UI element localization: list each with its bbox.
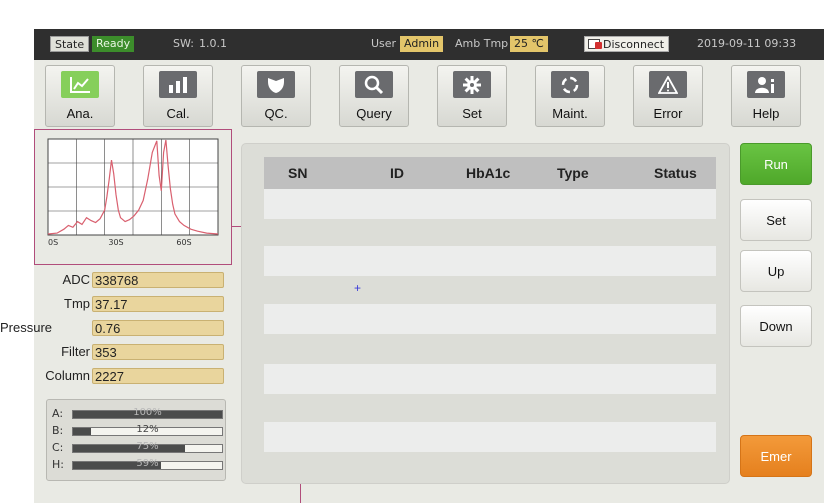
param-row-filter: Filter 353 (34, 344, 226, 360)
param-label: Filter (61, 344, 90, 359)
gear-icon (453, 71, 491, 98)
level-percent: 12% (136, 424, 159, 435)
shield-icon (257, 71, 295, 98)
param-row-pressure: Pressure 0.76 (0, 320, 226, 336)
analyzer-screen: State Ready SW: 1.0.1 User Admin Amb Tmp… (0, 29, 824, 503)
level-label: C: (52, 441, 64, 454)
chromatogram-chart: 0S 30S 60S (47, 138, 219, 247)
table-row[interactable] (264, 189, 716, 219)
param-value: 338768 (92, 272, 224, 288)
column-header-id: ID (390, 165, 404, 181)
level-h: H: 59% (52, 458, 223, 471)
param-row-tmp: Tmp 37.17 (34, 296, 226, 312)
warning-icon (649, 71, 687, 98)
param-value: 37.17 (92, 296, 224, 312)
connection-status[interactable]: Disconnect (584, 36, 670, 52)
level-percent: 75% (136, 441, 159, 452)
search-icon (355, 71, 393, 98)
table-row[interactable] (264, 422, 716, 452)
table-row[interactable] (264, 364, 716, 394)
state-value: Ready (92, 36, 135, 52)
toolbar-label: QC. (264, 106, 288, 121)
toolbar-label: Set (462, 106, 482, 121)
toolbar-button-error[interactable]: Error (633, 65, 703, 127)
param-value: 353 (92, 344, 224, 360)
down-button[interactable]: Down (740, 305, 812, 347)
toolbar-button-help[interactable]: Help (731, 65, 801, 127)
param-value: 0.76 (92, 320, 224, 336)
param-label: ADC (62, 272, 90, 287)
column-header-hba1c: HbA1c (466, 165, 511, 181)
param-label: Column (45, 368, 90, 383)
cursor-marker: + (354, 281, 362, 295)
toolbar-label: Ana. (66, 106, 94, 121)
toolbar-button-calibration[interactable]: Cal. (143, 65, 213, 127)
level-label: B: (52, 424, 64, 437)
set-button[interactable]: Set (740, 199, 812, 241)
param-row-column: Column 2227 (34, 368, 226, 384)
x-tick-label: 0S (48, 238, 58, 247)
emergency-button[interactable]: Emer (740, 435, 812, 477)
x-tick-label: 30S (108, 238, 123, 247)
table-row[interactable] (264, 304, 716, 334)
param-label: Pressure (0, 320, 53, 335)
results-table-panel: SN ID HbA1c Type Status + (241, 143, 730, 484)
toolbar-button-query[interactable]: Query (339, 65, 409, 127)
level-label: A: (52, 407, 64, 420)
up-button[interactable]: Up (740, 250, 812, 292)
table-header: SN ID HbA1c Type Status (264, 157, 716, 189)
table-row[interactable] (264, 246, 716, 276)
param-value: 2227 (92, 368, 224, 384)
cycle-icon (551, 71, 589, 98)
level-c: C: 75% (52, 441, 223, 454)
reagent-levels-panel: A: 100% B: 12% C: 75% H: 59% (46, 399, 226, 481)
run-button[interactable]: Run (740, 143, 812, 185)
datetime: 2019-09-11 09:33 (697, 37, 797, 50)
column-header-type: Type (557, 165, 589, 181)
param-label: Tmp (64, 296, 90, 311)
toolbar-button-analysis[interactable]: Ana. (45, 65, 115, 127)
user-info-icon (747, 71, 785, 98)
user-label: User (371, 37, 397, 50)
amb-temp-value: 25 ℃ (510, 36, 548, 52)
toolbar-label: Help (752, 106, 780, 121)
connection-text: Disconnect (603, 38, 665, 51)
state-label: State (50, 36, 90, 52)
level-b: B: 12% (52, 424, 223, 437)
line-chart-icon (61, 71, 99, 98)
level-label: H: (52, 458, 64, 471)
level-a: A: 100% (52, 407, 223, 420)
toolbar-label: Maint. (552, 106, 588, 121)
sw-label: SW: (173, 37, 194, 50)
user-value[interactable]: Admin (400, 36, 444, 52)
x-tick-label: 60S (176, 238, 191, 247)
toolbar-label: Cal. (166, 106, 190, 121)
amb-temp-label: Amb Tmp (455, 37, 509, 50)
level-percent: 59% (136, 458, 159, 469)
status-bar: State Ready SW: 1.0.1 User Admin Amb Tmp… (34, 29, 824, 60)
column-header-status: Status (654, 165, 697, 181)
chromatogram-panel: 0S 30S 60S (34, 129, 232, 265)
param-row-adc: ADC 338768 (34, 272, 226, 288)
bar-chart-icon (159, 71, 197, 98)
disconnect-icon (588, 39, 602, 49)
column-header-sn: SN (288, 165, 308, 181)
toolbar-button-qc[interactable]: QC. (241, 65, 311, 127)
sw-version: 1.0.1 (199, 37, 227, 50)
toolbar-label: Query (356, 106, 392, 121)
level-percent: 100% (133, 407, 162, 418)
toolbar-label: Error (653, 106, 683, 121)
toolbar-button-maintenance[interactable]: Maint. (535, 65, 605, 127)
toolbar-button-set[interactable]: Set (437, 65, 507, 127)
